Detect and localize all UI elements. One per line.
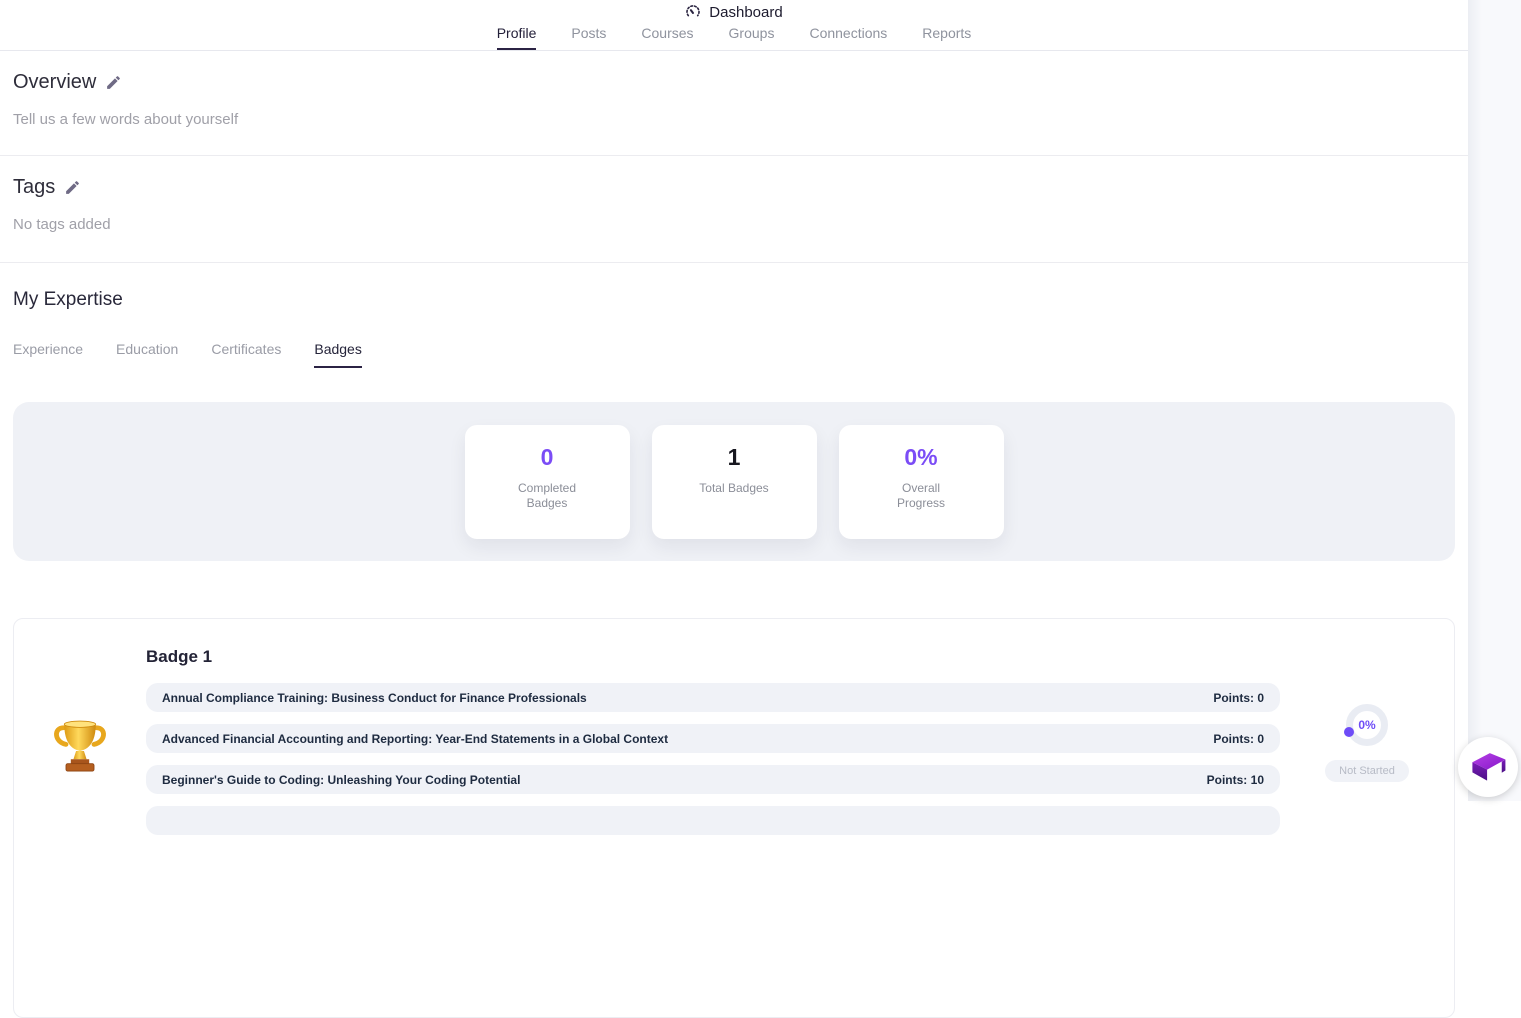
badge-content: Badge 1 Annual Compliance Training: Busi…	[146, 619, 1280, 1017]
stat-completed-badges: 0 Completed Badges	[465, 425, 630, 539]
badges-stats-panel: 0 Completed Badges 1 Total Badges 0% Ove…	[13, 402, 1455, 561]
course-title: Advanced Financial Accounting and Report…	[162, 732, 668, 746]
tags-section: Tags No tags added	[0, 156, 1468, 263]
course-row[interactable]: Advanced Financial Accounting and Report…	[146, 724, 1280, 753]
total-badges-label: Total Badges	[694, 481, 774, 496]
tab-groups[interactable]: Groups	[729, 26, 775, 50]
edit-overview-icon[interactable]	[105, 74, 122, 91]
edit-tags-icon[interactable]	[64, 179, 81, 196]
course-title: Beginner's Guide to Coding: Unleashing Y…	[162, 773, 520, 787]
tab-posts[interactable]: Posts	[571, 26, 606, 50]
tab-reports[interactable]: Reports	[922, 26, 971, 50]
overview-section: Overview Tell us a few words about yours…	[0, 51, 1468, 156]
badge-title: Badge 1	[146, 647, 1280, 666]
tab-education[interactable]: Education	[116, 341, 178, 368]
stat-total-badges: 1 Total Badges	[652, 425, 817, 539]
course-row[interactable]: Annual Compliance Training: Business Con…	[146, 683, 1280, 712]
course-points: Points: 0	[1213, 691, 1264, 705]
profile-page: Dashboard Profile Posts Courses Groups C…	[0, 0, 1468, 801]
completed-badges-value: 0	[465, 444, 630, 471]
course-row-partial[interactable]	[146, 806, 1280, 835]
app-logo-button[interactable]	[1458, 737, 1518, 797]
tags-empty-text: No tags added	[13, 216, 1455, 233]
tab-profile[interactable]: Profile	[497, 26, 537, 50]
expertise-section: My Expertise Experience Education Certif…	[0, 289, 1468, 1018]
tags-title: Tags	[13, 176, 55, 199]
status-badge: Not Started	[1325, 760, 1409, 782]
trophy-column	[14, 619, 146, 1017]
overview-placeholder: Tell us a few words about yourself	[13, 111, 1455, 128]
expertise-title: My Expertise	[13, 289, 1455, 311]
tab-experience[interactable]: Experience	[13, 341, 83, 368]
course-points: Points: 10	[1207, 773, 1264, 787]
course-title: Annual Compliance Training: Business Con…	[162, 691, 587, 705]
progress-percent: 0%	[1358, 718, 1375, 732]
course-points: Points: 0	[1213, 732, 1264, 746]
progress-ring: 0%	[1346, 704, 1388, 746]
progress-ring-dot	[1344, 727, 1354, 737]
page-header: Dashboard Profile Posts Courses Groups C…	[0, 0, 1468, 51]
stat-overall-progress: 0% Overall Progress	[839, 425, 1004, 539]
overview-title: Overview	[13, 71, 96, 94]
course-row[interactable]: Beginner's Guide to Coding: Unleashing Y…	[146, 765, 1280, 794]
page-gutter	[1468, 0, 1521, 801]
tab-certificates[interactable]: Certificates	[211, 341, 281, 368]
trophy-icon	[52, 716, 108, 783]
graduation-cap-icon	[1466, 743, 1510, 792]
gauge-icon	[685, 4, 701, 20]
badge-progress-column: 0% Not Started	[1280, 619, 1454, 1017]
completed-badges-label: Completed Badges	[507, 481, 587, 511]
page-title: Dashboard	[709, 4, 782, 21]
badge-card: Badge 1 Annual Compliance Training: Busi…	[13, 618, 1455, 1018]
tab-badges[interactable]: Badges	[314, 341, 361, 368]
tab-connections[interactable]: Connections	[809, 26, 887, 50]
tab-courses[interactable]: Courses	[641, 26, 693, 50]
overall-progress-label: Overall Progress	[881, 481, 961, 511]
total-badges-value: 1	[652, 444, 817, 471]
course-list: Annual Compliance Training: Business Con…	[146, 683, 1280, 835]
expertise-tabs: Experience Education Certificates Badges	[13, 341, 1455, 368]
main-nav: Profile Posts Courses Groups Connections…	[0, 22, 1468, 50]
overall-progress-value: 0%	[839, 444, 1004, 471]
dashboard-title-row: Dashboard	[0, 0, 1468, 22]
